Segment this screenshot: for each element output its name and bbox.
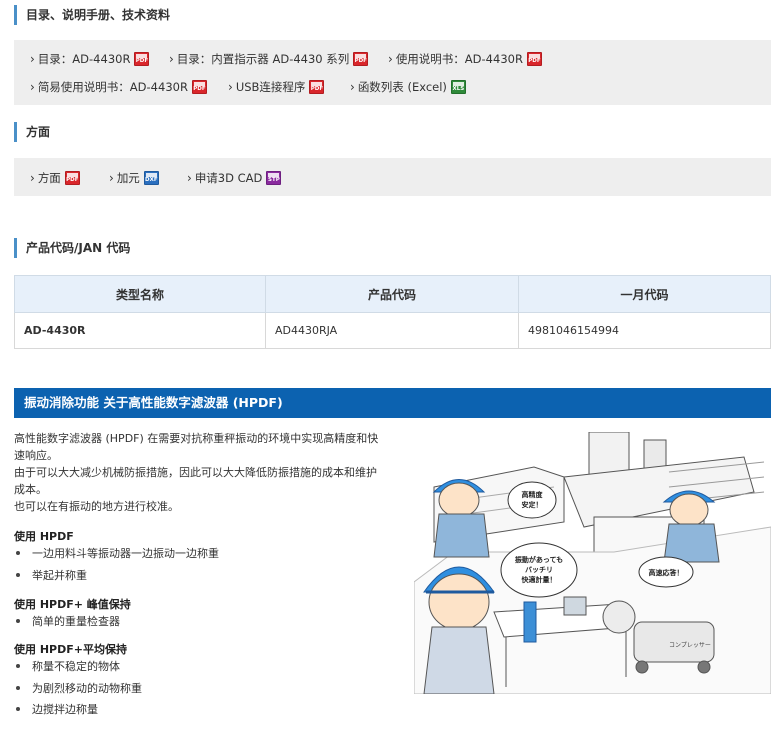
link-function-list-excel[interactable]: › 函数列表 (Excel) XLS <box>350 79 466 95</box>
section-title-catalog: 目录、说明手册、技术资料 <box>14 5 170 25</box>
pdf-icon: PDF <box>309 80 325 94</box>
chevron-right-icon: › <box>187 171 192 185</box>
link-catalog-ad4430-series[interactable]: › 目录：内置指示器 AD-4430 系列 PDF <box>169 51 369 67</box>
list-item: 边搅拌边称量 <box>14 701 98 717</box>
link-request-3d-cad[interactable]: › 申请3D CAD STP <box>187 170 282 186</box>
pdf-icon: PDF <box>191 80 207 94</box>
hpdf-intro: 高性能数字滤波器 (HPDF) 在需要对抗称重秤振动的环境中实现高精度和快 速响… <box>14 432 379 513</box>
table-cell-jan-code: 4981046154994 <box>518 312 771 349</box>
chevron-right-icon: › <box>30 52 35 66</box>
pdf-icon: PDF <box>526 52 542 66</box>
svg-text:高精度: 高精度 <box>522 490 544 499</box>
list-item: 一边用料斗等振动器一边振动一边称重 <box>14 545 219 561</box>
link-usb-program[interactable]: › USB连接程序 PDF <box>228 79 325 95</box>
bullet-icon <box>16 686 20 690</box>
link-quick-manual-ad4430r[interactable]: › 简易使用说明书：AD-4430R PDF <box>30 79 207 95</box>
chevron-right-icon: › <box>169 52 174 66</box>
table-header: 一月代码 <box>518 275 771 313</box>
bullet-icon <box>16 619 20 623</box>
table-row: AD-4430R AD4430RJA 4981046154994 <box>14 312 771 349</box>
use-avg-heading: 使用 HPDF+平均保持 <box>14 643 127 656</box>
hpdf-title-bar: 振动消除功能 关于高性能数字滤波器 (HPDF) <box>14 388 771 418</box>
chevron-right-icon: › <box>30 80 35 94</box>
bullet-icon <box>16 573 20 577</box>
list-item: 称量不稳定的物体 <box>14 658 120 674</box>
svg-text:バッチリ: バッチリ <box>525 566 553 574</box>
list-item: 为剧烈移动的动物称重 <box>14 680 142 696</box>
list-item: 简单的重量检查器 <box>14 613 120 629</box>
chevron-right-icon: › <box>388 52 393 66</box>
table-header: 类型名称 <box>14 275 266 313</box>
pdf-icon: PDF <box>353 52 369 66</box>
bullet-icon <box>16 664 20 668</box>
svg-text:快適計量！: 快適計量！ <box>522 575 557 584</box>
link-drawing-pdf[interactable]: › 方面 PDF <box>30 170 80 186</box>
worker-middle <box>432 479 490 558</box>
use-peak-heading: 使用 HPDF+ 峰值保持 <box>14 598 131 611</box>
excel-icon: XLS <box>450 80 466 94</box>
section-title-codes: 产品代码/JAN 代码 <box>14 238 130 258</box>
chevron-right-icon: › <box>228 80 233 94</box>
svg-text:高速応答！: 高速応答！ <box>649 568 684 577</box>
speech-bubble-high-precision: 高精度 安定！ <box>507 481 557 519</box>
link-drawing-dxf[interactable]: › 加元 DXF <box>109 170 159 186</box>
chevron-right-icon: › <box>109 171 114 185</box>
dxf-icon: DXF <box>143 171 159 185</box>
product-code-table: 类型名称 产品代码 一月代码 AD-4430R AD4430RJA 498104… <box>14 275 771 349</box>
table-header: 产品代码 <box>265 275 519 313</box>
worker-front <box>423 566 495 694</box>
table-cell-model: AD-4430R <box>14 312 266 349</box>
compressor-label: コンプレッサー <box>669 642 711 649</box>
speech-bubble-fast-response: 高速応答！ <box>638 556 694 588</box>
svg-text:振動があっても: 振動があっても <box>515 555 563 564</box>
link-manual-ad4430r[interactable]: › 使用说明书：AD-4430R PDF <box>388 51 542 67</box>
bullet-icon <box>16 551 20 555</box>
speech-bubble-vibration: 振動があっても バッチリ 快適計量！ <box>500 542 578 598</box>
svg-text:安定！: 安定！ <box>522 500 543 509</box>
bullet-icon <box>16 707 20 711</box>
table-cell-product-code: AD4430RJA <box>265 312 519 349</box>
drawing-links-box: › 方面 PDF › 加元 DXF › 申请3D CAD STP <box>14 158 771 196</box>
table-header-row: 类型名称 产品代码 一月代码 <box>14 275 771 313</box>
section-title-drawings: 方面 <box>14 122 50 142</box>
factory-illustration: 高精度 安定！ 振動があっても バッチリ 快適計量！ 高速応答！ コンプレッサー <box>414 432 771 694</box>
link-catalog-ad4430r[interactable]: › 目录：AD-4430R PDF <box>30 51 150 67</box>
catalog-links-box: › 目录：AD-4430R PDF › 目录：内置指示器 AD-4430 系列 … <box>14 40 771 105</box>
worker-right <box>662 490 720 563</box>
stp-icon: STP <box>266 171 282 185</box>
chevron-right-icon: › <box>30 171 35 185</box>
pdf-icon: PDF <box>64 171 80 185</box>
use-hpdf-heading: 使用 HPDF <box>14 530 74 543</box>
chevron-right-icon: › <box>350 80 355 94</box>
list-item: 举起并称重 <box>14 567 87 583</box>
pdf-icon: PDF <box>134 52 150 66</box>
